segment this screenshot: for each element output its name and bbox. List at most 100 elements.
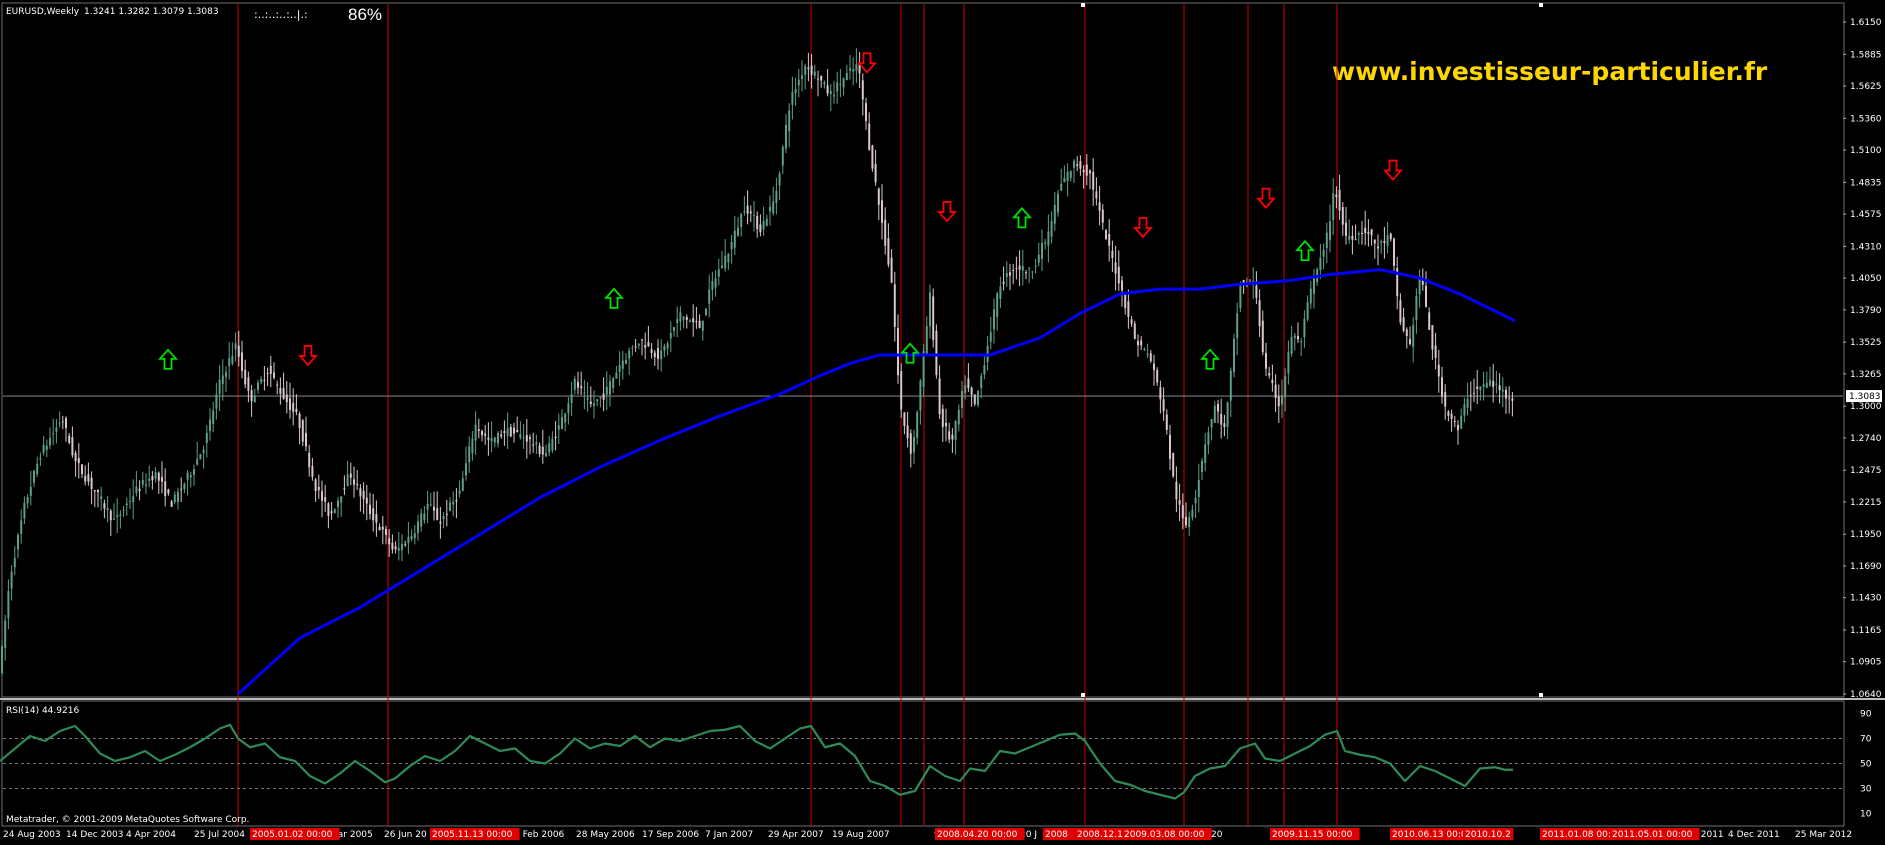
x-tick-label: 4 Apr 2004 [126, 830, 176, 840]
candle-body [4, 620, 7, 648]
candle-body [388, 538, 391, 545]
candle-body [429, 504, 432, 506]
candle-body [87, 474, 90, 482]
candle-body [1495, 383, 1498, 385]
candle-body [311, 466, 314, 477]
candle-body [391, 542, 394, 550]
candle-body [1425, 285, 1427, 307]
candle-body [1377, 246, 1379, 249]
candle-body [580, 386, 583, 389]
candle-body [1220, 414, 1223, 425]
highlighted-date-label: 2008.12.1 [1077, 830, 1123, 840]
candle-body [295, 408, 298, 412]
candle-body [71, 437, 74, 456]
candle-body [1210, 419, 1213, 428]
candle-body [1428, 312, 1431, 330]
candle-body [1162, 399, 1165, 412]
candle-body [1274, 384, 1277, 398]
y-tick-label: 1.3000 [1850, 402, 1882, 412]
candle-body [1370, 229, 1373, 236]
candle-body [532, 444, 535, 446]
candle-body [279, 388, 282, 394]
candle-body [513, 427, 515, 434]
candle-body [1060, 183, 1063, 191]
candle-body [682, 316, 685, 320]
candle-body [1364, 227, 1367, 234]
candle-body [1367, 232, 1370, 234]
y-tick-label: 1.3265 [1850, 370, 1882, 380]
candle-body [330, 511, 333, 514]
candle-body [506, 428, 509, 436]
candle-body [474, 424, 477, 441]
candle-body [615, 372, 618, 379]
edge-marker [1081, 693, 1085, 697]
candle-body [644, 344, 647, 348]
candle-body [1329, 221, 1331, 241]
chart-ohlc: 1.3241 1.3282 1.3079 1.3083 [84, 7, 219, 17]
candle-body [1457, 424, 1459, 431]
candle-body [605, 386, 608, 395]
candle-body [1492, 380, 1495, 387]
candle-body [519, 434, 522, 439]
candle-body [1505, 390, 1507, 399]
candle-body [39, 458, 42, 461]
y-tick-label: 1.4575 [1850, 210, 1882, 220]
candle-body [413, 533, 416, 539]
candle-body [1130, 319, 1133, 324]
edge-marker [1081, 3, 1085, 7]
y-tick-label: 1.5360 [1850, 114, 1882, 124]
candle-body [868, 123, 871, 150]
candle-body [564, 413, 567, 423]
candle-body [193, 469, 195, 475]
candle-body [573, 378, 576, 390]
candle-body [327, 503, 330, 516]
candle-body [852, 68, 855, 72]
x-tick-label: 7 Jan 2007 [705, 830, 753, 840]
candle-body [385, 529, 387, 535]
candle-body [173, 494, 176, 502]
y-tick-label: 1.1690 [1850, 562, 1882, 572]
candle-body [890, 257, 893, 283]
y-tick-label: 1.0905 [1850, 658, 1882, 668]
candle-body [138, 488, 141, 491]
highlighted-date-label: 2009.03.08 00:00 [1124, 830, 1205, 840]
candle-body [1140, 340, 1143, 346]
candle-body [353, 479, 355, 485]
candle-body [855, 64, 858, 71]
candle-body [1441, 377, 1443, 397]
candle-body [122, 509, 125, 511]
rsi-y-tick-label: 90 [1860, 710, 1872, 720]
candle-body [705, 308, 707, 316]
candle-body [1217, 403, 1219, 412]
candle-body [650, 349, 653, 353]
candle-body [1393, 238, 1395, 266]
candle-body [1341, 207, 1344, 225]
candle-body [1233, 338, 1235, 373]
candle-body [369, 504, 371, 514]
y-tick-label: 1.1950 [1850, 530, 1882, 540]
candle-body [874, 164, 877, 183]
candle-body [1383, 240, 1386, 244]
candle-body [410, 536, 413, 540]
candle-body [641, 339, 643, 341]
candle-body [541, 446, 544, 455]
x-tick-label: 17 Sep 2006 [642, 830, 699, 840]
candle-body [538, 445, 541, 454]
candle-body [26, 496, 29, 504]
candle-body [1, 645, 3, 674]
candle-body [1114, 262, 1117, 274]
candle-body [1188, 517, 1191, 528]
candle-body [1373, 239, 1376, 244]
candle-body [938, 378, 941, 415]
candle-body [164, 481, 167, 497]
candle-body [1073, 160, 1075, 168]
candle-body [119, 514, 122, 517]
candle-body [1277, 396, 1280, 407]
candle-body [445, 513, 448, 515]
candle-body [1201, 460, 1203, 473]
candle-body [1146, 353, 1149, 356]
candle-body [401, 544, 403, 551]
candle-body [749, 211, 752, 214]
candle-body [849, 68, 851, 71]
candle-body [865, 103, 867, 121]
